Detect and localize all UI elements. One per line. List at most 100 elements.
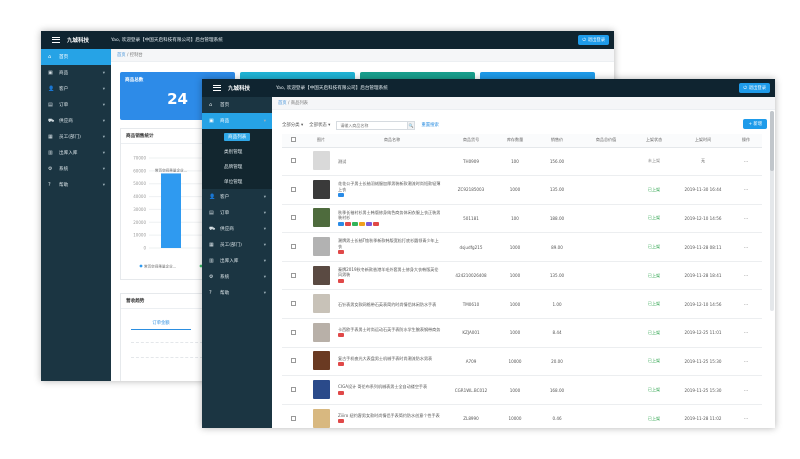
row-action-menu[interactable]: ··· xyxy=(730,204,762,234)
product-stock: 10000 xyxy=(496,347,534,377)
sidebar-item[interactable]: ⚙ 系统 ▾ xyxy=(41,161,111,177)
row-checkbox[interactable] xyxy=(290,215,296,221)
row-checkbox[interactable] xyxy=(290,244,296,250)
row-action-menu[interactable]: ··· xyxy=(730,261,762,291)
product-name[interactable]: 秋季长袖衬衫男士韩版修身纯色商务休闲衣服上衣正装男装衬衫 xyxy=(338,210,442,221)
sidebar-item[interactable]: ▣ 商品 ▾ xyxy=(202,113,272,129)
row-checkbox[interactable] xyxy=(290,186,296,192)
product-thumbnail[interactable] xyxy=(312,265,330,285)
table-row[interactable]: 卡西欧手表男士时尚运动石英手表防水学生腕表钢带商务 KZJA001 1000 8.44… xyxy=(282,318,762,348)
table-row[interactable]: 秋季长袖衬衫男士韩版修身纯色商务休闲衣服上衣正装男装衬衫 501181 100 188… xyxy=(282,204,762,234)
sidebar-item[interactable]: 👤 客户 ▾ xyxy=(41,81,111,97)
sidebar-item[interactable]: 👤 客户 ▾ xyxy=(202,189,272,205)
table-row[interactable]: CIGA设计 哥伦布系列机械表男士全自动镂空手表 CGR1WL.BC012 1000… xyxy=(282,375,762,405)
product-thumbnail[interactable] xyxy=(312,380,330,400)
sidebar-item[interactable]: ? 帮助 ▾ xyxy=(41,177,111,193)
sidebar-item-label: 订单 xyxy=(220,211,230,216)
chevron-down-icon: ▾ xyxy=(102,118,105,124)
table-row[interactable]: 花花公子男士长袖羽绒服加厚男装新款潮流时尚短款轻薄上衣 ZC92185003 100… xyxy=(282,175,762,205)
product-name[interactable]: 秦牌2019秋冬新款香港羊毛外套男士修身大衣韩版英伦风男装 xyxy=(338,267,442,278)
product-thumbnail[interactable] xyxy=(312,408,330,428)
breadcrumb-home[interactable]: 首页 xyxy=(278,100,287,106)
product-thumbnail[interactable] xyxy=(312,351,330,371)
product-thumbnail[interactable] xyxy=(312,179,330,199)
table-row[interactable]: 测试 TH0909 100 156.00 未上架无 ··· xyxy=(282,147,762,177)
table-row[interactable]: Ziiiro 纽约客男女款时尚情侣手表简约防水创意个性手表 ZL8990 10000… xyxy=(282,404,762,428)
select-all-checkbox[interactable] xyxy=(290,137,296,143)
sidebar-item[interactable]: ⚙ 系统 ▾ xyxy=(202,269,272,285)
category-filter[interactable]: 全部分类 ▾ xyxy=(282,122,303,128)
scrollbar[interactable] xyxy=(770,111,774,311)
search-input[interactable] xyxy=(336,120,409,130)
row-checkbox[interactable] xyxy=(290,358,296,364)
menu-toggle-icon[interactable] xyxy=(52,37,60,43)
table-row[interactable]: 秦牌2019秋冬新款香港羊毛外套男士修身大衣韩版英伦风男装 42421002640… xyxy=(282,261,762,291)
tab-order-amount[interactable]: 订单金额 xyxy=(131,317,191,330)
product-name[interactable]: 花花公子男士长袖羽绒服加厚男装新款潮流时尚短款轻薄上衣 xyxy=(338,181,442,192)
row-action-menu[interactable]: ··· xyxy=(730,175,762,205)
menu-toggle-icon[interactable] xyxy=(213,85,221,91)
product-sku: A709 xyxy=(446,347,496,377)
sidebar-item[interactable]: ? 帮助 ▾ xyxy=(202,285,272,301)
reset-search-link[interactable]: 重置搜索 xyxy=(421,122,439,128)
table-row[interactable]: 潮牌男士长袖T恤秋季新款韩版宽松打底衫圆领青少年上衣 dsjudfg215 1000… xyxy=(282,232,762,262)
row-checkbox[interactable] xyxy=(290,301,296,307)
row-checkbox[interactable] xyxy=(290,415,296,421)
row-checkbox[interactable] xyxy=(290,272,296,278)
row-checkbox[interactable] xyxy=(290,158,296,164)
sidebar-item[interactable]: ⛟ 供应商 ▾ xyxy=(41,113,111,129)
product-name[interactable]: 复古手机夜光大表盘男士机械手表时尚潮流防水男表 xyxy=(338,356,442,361)
product-name[interactable]: 石针表男女款网格带石英表简约时尚情侣休闲防水手表 xyxy=(338,302,442,307)
tag-list xyxy=(338,221,442,227)
row-checkbox[interactable] xyxy=(290,329,296,335)
sidebar-item[interactable]: ⌂ 首页 xyxy=(41,49,111,65)
product-thumbnail[interactable] xyxy=(312,151,330,171)
new-product-button[interactable]: + 新增 xyxy=(743,119,767,129)
submenu-item[interactable]: 商品列表 xyxy=(202,129,272,144)
sidebar-item[interactable]: ▥ 出库入库 ▾ xyxy=(41,145,111,161)
sidebar-item[interactable]: ▦ 员工(部门) ▾ xyxy=(202,237,272,253)
row-action-menu[interactable]: ··· xyxy=(730,289,762,320)
product-thumbnail[interactable] xyxy=(312,322,330,342)
tag-list xyxy=(338,193,442,198)
product-thumbnail[interactable] xyxy=(312,294,330,314)
breadcrumb-home[interactable]: 首页 xyxy=(117,52,126,58)
sidebar-item[interactable]: ▣ 商品 ▾ xyxy=(41,65,111,81)
product-name[interactable]: 卡西欧手表男士时尚运动石英手表防水学生腕表钢带商务 xyxy=(338,327,442,332)
row-action-menu[interactable]: ··· xyxy=(730,232,762,262)
logout-button[interactable]: ⏻ 退出登录 xyxy=(739,83,770,93)
row-action-menu[interactable]: ··· xyxy=(730,375,762,405)
sidebar-item[interactable]: ▥ 出库入库 ▾ xyxy=(202,253,272,269)
scrollbar-thumb[interactable] xyxy=(770,111,774,171)
shelf-time: 2019-11-30 16:44 xyxy=(676,175,730,205)
sidebar-item[interactable]: ⌂ 首页 xyxy=(202,97,272,113)
submenu-item[interactable]: 品牌管理 xyxy=(202,159,272,174)
row-action-menu[interactable]: ··· xyxy=(730,404,762,428)
product-name[interactable]: CIGA设计 哥伦布系列机械表男士全自动镂空手表 xyxy=(338,384,442,389)
sidebar-item[interactable]: ▤ 订单 ▾ xyxy=(41,97,111,113)
product-thumbnail[interactable] xyxy=(312,208,330,228)
product-name[interactable]: 潮牌男士长袖T恤秋季新款韩版宽松打底衫圆领青少年上衣 xyxy=(338,238,442,249)
row-action-menu[interactable]: ··· xyxy=(730,318,762,348)
status-filter[interactable]: 全部状态 ▾ xyxy=(309,122,330,128)
submenu-item[interactable]: 类别管理 xyxy=(202,144,272,159)
product-sku: ZL8990 xyxy=(446,404,496,428)
product-total-value xyxy=(580,204,632,234)
row-action-menu[interactable]: ··· xyxy=(730,347,762,377)
sidebar-item[interactable]: ▦ 员工(部门) ▾ xyxy=(41,129,111,145)
logout-button[interactable]: ⏻ 退出登录 xyxy=(578,35,609,45)
submenu-item-label: 单位管理 xyxy=(224,179,243,185)
product-name[interactable]: Ziiiro 纽约客男女款时尚情侣手表简约防水创意个性手表 xyxy=(338,413,442,418)
bar[interactable] xyxy=(161,173,181,248)
row-checkbox[interactable] xyxy=(290,387,296,393)
table-row[interactable]: 石针表男女款网格带石英表简约时尚情侣休闲防水手表 TM0610 1000 1.00 已上… xyxy=(282,289,762,320)
product-thumbnail[interactable] xyxy=(312,237,330,257)
row-action-menu[interactable]: ··· xyxy=(730,147,762,177)
sidebar-item[interactable]: ▤ 订单 ▾ xyxy=(202,205,272,221)
search-icon[interactable]: 🔍 xyxy=(407,120,416,130)
submenu-item[interactable]: 单位管理 xyxy=(202,174,272,189)
product-name[interactable]: 测试 xyxy=(338,159,442,164)
table-row[interactable]: 复古手机夜光大表盘男士机械手表时尚潮流防水男表 A709 10000 20.00 已上架… xyxy=(282,347,762,377)
sidebar-item[interactable]: ⛟ 供应商 ▾ xyxy=(202,221,272,237)
box-icon: ▣ xyxy=(48,70,53,76)
